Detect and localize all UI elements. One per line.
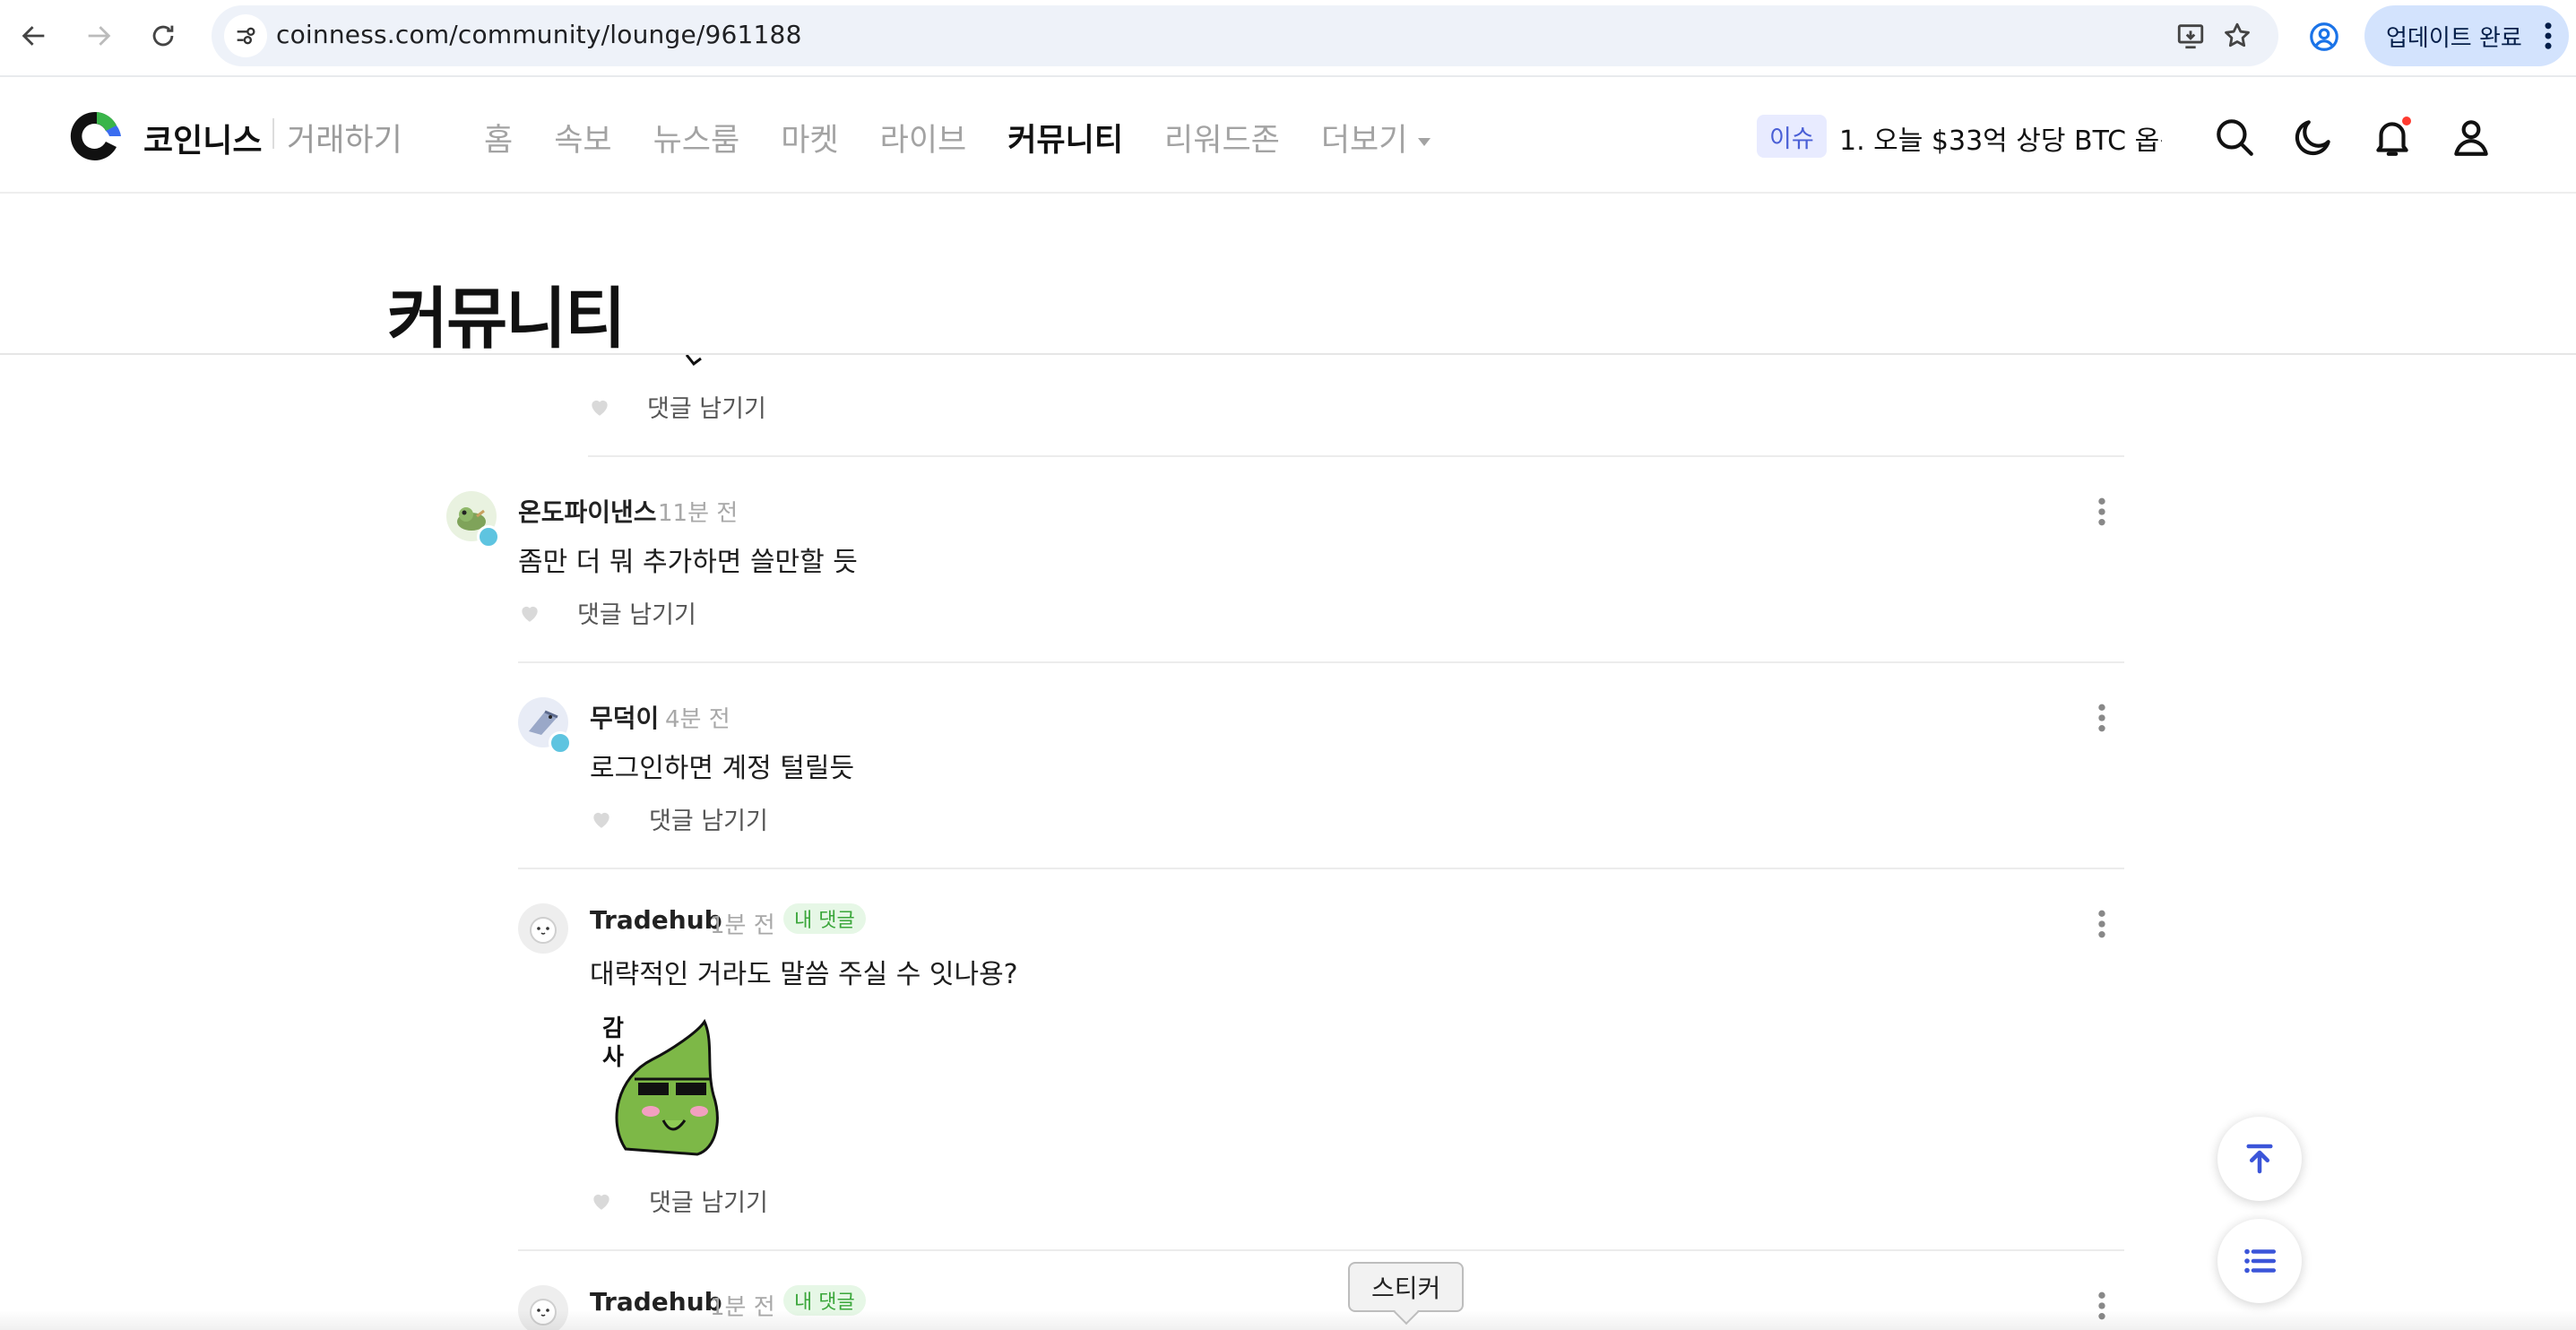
sticker-fragment xyxy=(685,355,702,367)
comment-text: 대략적인 거라도 말씀 주실 수 잇나용? xyxy=(590,959,1018,990)
install-icon[interactable] xyxy=(2173,18,2209,54)
nav-more[interactable]: 더보기 xyxy=(1321,115,1431,160)
bottom-shadow xyxy=(0,1310,2576,1330)
site-header: 코인니스 거래하기 홈 속보 뉴스룸 마켓 라이브 커뮤니티 리워드존 더보기 … xyxy=(0,79,2576,194)
notification-dot xyxy=(2402,117,2411,125)
comment-author[interactable]: 온도파이낸스 xyxy=(518,493,657,529)
sticker-text: 감사 xyxy=(602,1015,624,1071)
my-comment-badge: 내 댓글 xyxy=(783,903,866,934)
comment-author[interactable]: 무덕이 xyxy=(590,699,659,735)
caret-down-icon xyxy=(1418,137,1431,146)
reply-link[interactable]: 댓글 남기기 xyxy=(649,1183,768,1218)
profile-icon[interactable] xyxy=(2304,16,2345,57)
more-icon[interactable] xyxy=(2097,497,2106,527)
arrow-up-icon xyxy=(2246,1144,2273,1174)
comment-time: 1분 전 xyxy=(710,912,775,939)
nav-community[interactable]: 커뮤니티 xyxy=(1007,115,1123,160)
url-text[interactable]: coinness.com/community/lounge/961188 xyxy=(276,20,802,49)
list-icon xyxy=(2244,1248,2277,1274)
update-button[interactable]: 업데이트 완료 xyxy=(2364,5,2569,66)
forward-icon[interactable] xyxy=(79,16,118,56)
comment-actions: 댓글 남기기 xyxy=(518,595,696,630)
site-info-icon[interactable] xyxy=(224,14,267,57)
divider xyxy=(518,661,2124,663)
reply-link[interactable]: 댓글 남기기 xyxy=(649,801,768,836)
brand-name[interactable]: 코인니스 xyxy=(143,115,262,161)
heart-icon[interactable] xyxy=(588,395,611,419)
nav-newsroom[interactable]: 뉴스룸 xyxy=(653,115,740,160)
user-icon[interactable] xyxy=(2449,115,2494,160)
comment-text: 좀만 더 뭐 추가하면 쓸만할 듯 xyxy=(518,547,858,578)
crown-badge-icon xyxy=(477,525,500,548)
reply-link[interactable]: 댓글 남기기 xyxy=(647,389,766,424)
nav-breaking[interactable]: 속보 xyxy=(554,115,611,160)
more-icon[interactable] xyxy=(2097,909,2106,939)
reply-link[interactable]: 댓글 남기기 xyxy=(577,595,696,630)
comment-actions: 댓글 남기기 xyxy=(590,801,768,836)
comment-actions: 댓글 남기기 xyxy=(588,389,766,424)
comment-actions: 댓글 남기기 xyxy=(590,1183,768,1218)
reload-icon[interactable] xyxy=(143,16,183,56)
coinness-logo[interactable] xyxy=(68,108,125,165)
comment-text: 로그인하면 계정 털릴듯 xyxy=(590,753,855,784)
page-title-band: 커뮤니티 xyxy=(0,195,2576,358)
scroll-top-button[interactable] xyxy=(2217,1117,2302,1201)
more-icon[interactable] xyxy=(2097,703,2106,733)
nav-home[interactable]: 홈 xyxy=(484,115,513,160)
issue-badge: 이슈 xyxy=(1757,115,1827,158)
sticker-tooltip: 스티커 xyxy=(1348,1262,1465,1312)
list-button[interactable] xyxy=(2217,1219,2302,1303)
back-icon[interactable] xyxy=(14,16,54,56)
divider xyxy=(588,455,2124,457)
heart-icon[interactable] xyxy=(590,808,613,831)
search-icon[interactable] xyxy=(2212,115,2257,160)
crown-badge-icon xyxy=(549,731,572,755)
comment-time: 4분 전 xyxy=(665,706,730,733)
divider xyxy=(518,1249,2124,1251)
update-label: 업데이트 완료 xyxy=(2386,24,2522,52)
heart-icon[interactable] xyxy=(518,601,541,625)
nav-reward-zone[interactable]: 리워드존 xyxy=(1164,115,1280,160)
divider xyxy=(518,868,2124,869)
page-title: 커뮤니티 xyxy=(387,281,626,358)
avatar[interactable] xyxy=(518,903,568,954)
bell-icon[interactable] xyxy=(2370,115,2415,160)
thanks-sticker: 감사 xyxy=(599,1015,742,1156)
heart-icon[interactable] xyxy=(590,1189,613,1213)
comment-time: 11분 전 xyxy=(658,500,739,527)
brand-divider xyxy=(272,118,274,149)
main-nav: 홈 속보 뉴스룸 마켓 라이브 커뮤니티 리워드존 더보기 xyxy=(484,115,1472,160)
browser-toolbar: coinness.com/community/lounge/961188 업데이… xyxy=(0,0,2576,77)
nav-live[interactable]: 라이브 xyxy=(880,115,967,160)
comment-list: 댓글 남기기 온도파이낸스 11분 전 좀만 더 뭐 추가하면 쓸만할 듯 댓글… xyxy=(0,355,2576,1330)
nav-more-label: 더보기 xyxy=(1320,123,1408,159)
star-icon[interactable] xyxy=(2219,18,2255,54)
moon-icon[interactable] xyxy=(2291,115,2336,160)
trade-link[interactable]: 거래하기 xyxy=(287,115,402,160)
address-bar[interactable]: coinness.com/community/lounge/961188 xyxy=(212,5,2278,66)
comment-author[interactable]: Tradehub xyxy=(590,905,722,935)
nav-market[interactable]: 마켓 xyxy=(781,115,838,160)
more-icon xyxy=(2545,22,2552,49)
issue-ticker[interactable]: 1. 오늘 $33억 상당 BTC 옵션 ... xyxy=(1839,118,2162,158)
